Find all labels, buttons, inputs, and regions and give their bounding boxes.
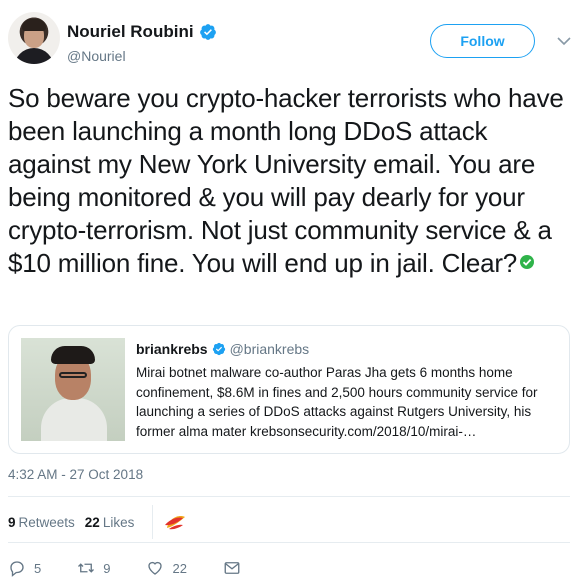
engagement-stats: 9 Retweets 22 Likes bbox=[8, 505, 190, 539]
divider bbox=[8, 542, 570, 543]
verified-badge-icon bbox=[212, 342, 225, 356]
retweets-count: 9 bbox=[8, 514, 16, 530]
author-name[interactable]: Nouriel Roubini bbox=[67, 22, 194, 42]
like-count: 22 bbox=[172, 560, 187, 576]
direct-message-button[interactable] bbox=[223, 559, 241, 577]
tweet-header: Nouriel Roubini @Nouriel Follow bbox=[8, 12, 577, 68]
like-button[interactable]: 22 bbox=[146, 559, 187, 577]
retweet-count: 9 bbox=[103, 560, 111, 576]
reply-icon bbox=[10, 561, 24, 577]
likes-stat[interactable]: 22 Likes bbox=[85, 515, 135, 530]
tweet-text: So beware you crypto-hacker terrorists w… bbox=[8, 82, 573, 280]
liker-avatar[interactable] bbox=[161, 508, 190, 536]
tweet-timestamp[interactable]: 4:32 AM - 27 Oct 2018 bbox=[8, 467, 143, 482]
chevron-down-icon[interactable] bbox=[557, 36, 571, 46]
divider bbox=[8, 496, 570, 497]
likes-label: Likes bbox=[102, 514, 135, 530]
reply-count: 5 bbox=[34, 560, 42, 576]
stats-separator bbox=[152, 505, 154, 539]
quoted-author-handle[interactable]: @briankrebs bbox=[230, 341, 310, 357]
author-avatar[interactable] bbox=[8, 12, 60, 64]
follow-button[interactable]: Follow bbox=[430, 24, 535, 58]
tweet-actions: 5 9 22 bbox=[8, 556, 568, 580]
retweet-button[interactable]: 9 bbox=[77, 559, 110, 577]
reply-button[interactable]: 5 bbox=[8, 559, 41, 577]
author-handle[interactable]: @Nouriel bbox=[67, 48, 126, 64]
author-name-row: Nouriel Roubini bbox=[67, 22, 217, 42]
envelope-icon bbox=[224, 562, 240, 574]
tweet-body: So beware you crypto-hacker terrorists w… bbox=[8, 83, 564, 278]
retweets-stat[interactable]: 9 Retweets bbox=[8, 515, 75, 530]
quoted-author-name[interactable]: briankrebs bbox=[136, 341, 208, 357]
check-mark-button-icon bbox=[520, 255, 535, 270]
retweet-icon bbox=[78, 563, 95, 573]
likes-count: 22 bbox=[84, 514, 100, 530]
heart-icon bbox=[148, 561, 163, 575]
quoted-tweet-image[interactable] bbox=[21, 338, 125, 441]
quoted-tweet-card[interactable]: briankrebs @briankrebs Mirai botnet malw… bbox=[8, 325, 570, 454]
verified-badge-icon bbox=[199, 24, 216, 40]
retweets-label: Retweets bbox=[18, 514, 75, 530]
quoted-tweet-header: briankrebs @briankrebs bbox=[136, 341, 309, 357]
quoted-tweet-text: Mirai botnet malware co-author Paras Jha… bbox=[136, 365, 538, 439]
